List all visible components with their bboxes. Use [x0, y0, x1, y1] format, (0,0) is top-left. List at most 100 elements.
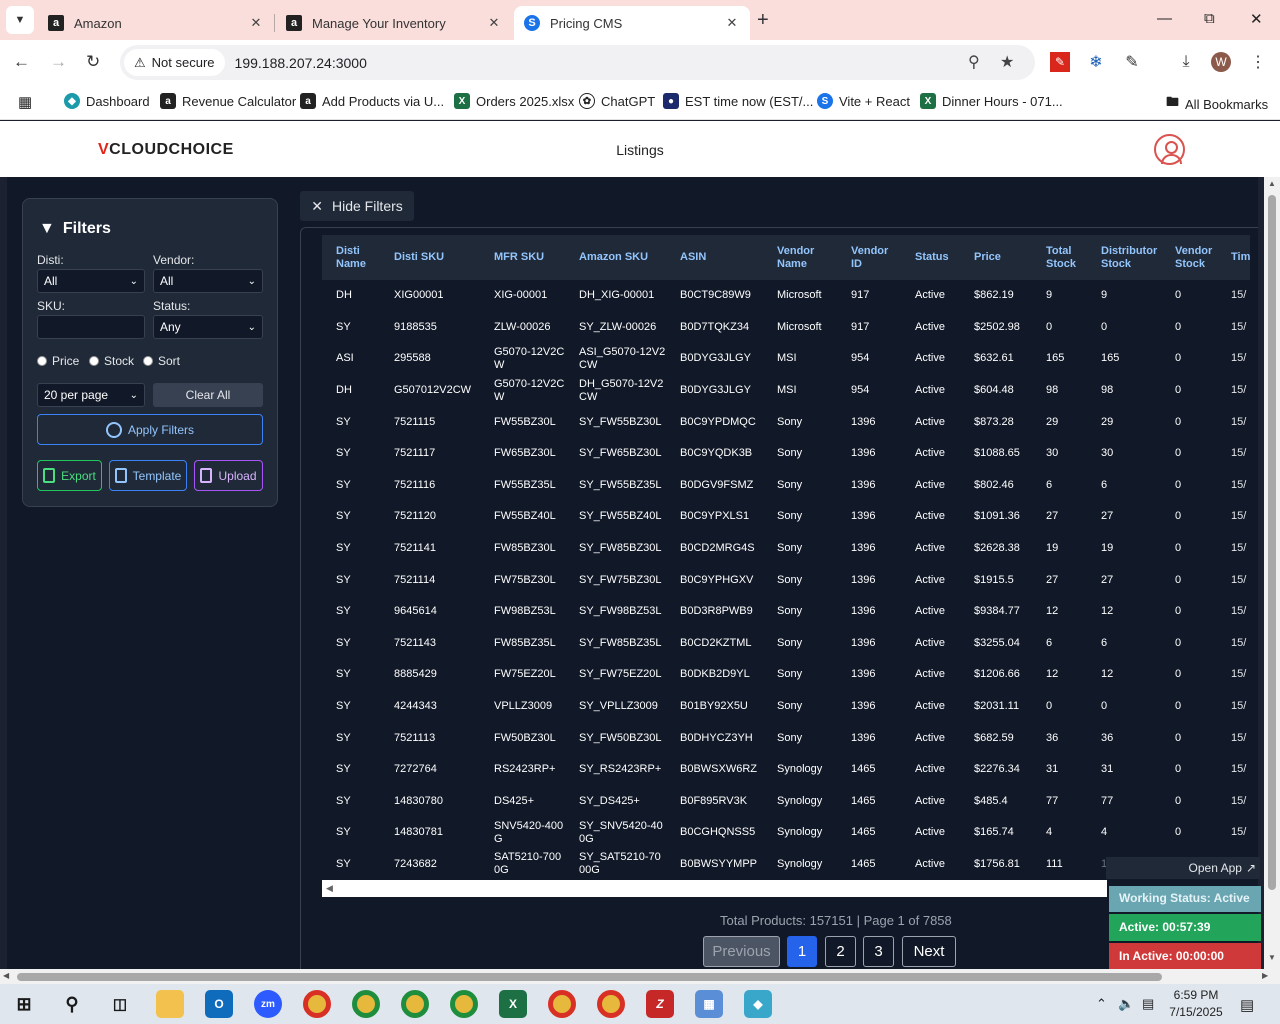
extension-icon[interactable]: ❄ — [1086, 52, 1106, 72]
cloudchoice-logo[interactable]: VCLOUDCHOICE — [98, 141, 234, 159]
extensions-puzzle-icon[interactable]: ✎ — [1122, 52, 1142, 72]
download-icon[interactable]: ⤓ — [1176, 52, 1196, 72]
chrome-profile-icon[interactable] — [597, 990, 625, 1018]
vendor-select[interactable]: All ⌄ — [153, 269, 263, 293]
page-horizontal-scrollbar[interactable]: ◀ ▶ — [0, 969, 1280, 984]
bookmark-star-icon[interactable]: ★ — [1000, 52, 1014, 72]
table-row[interactable]: SY 7272764 RS2423RP+ SY_RS2423RP+ B0BWSXW6RZ… — [322, 754, 1250, 786]
disti-select[interactable]: All ⌄ — [37, 269, 145, 293]
zoom-icon[interactable]: ⚲ — [968, 52, 980, 72]
chrome-profile-icon[interactable] — [548, 990, 576, 1018]
chrome-icon[interactable] — [303, 990, 331, 1018]
table-row[interactable]: SY 14830780 DS425+ SY_DS425+ B0F895RV3K Synol… — [322, 786, 1250, 818]
scrollbar-thumb[interactable] — [17, 973, 1162, 981]
zoom-app-icon[interactable]: zm — [254, 990, 282, 1018]
tray-chevron-icon[interactable]: ⌃ — [1096, 996, 1107, 1012]
scroll-up-icon[interactable]: ▲ — [1268, 179, 1276, 188]
calculator-icon[interactable]: ▦ — [695, 990, 723, 1018]
bookmark-add-products[interactable]: a Add Products via U... — [300, 93, 444, 109]
table-row[interactable]: SY 7521143 FW85BZ35L SY_FW85BZ35L B0CD2KZTML… — [322, 628, 1250, 660]
file-explorer-icon[interactable] — [156, 990, 184, 1018]
search-icon[interactable]: ⚲ — [58, 990, 86, 1018]
bookmark-dashboard[interactable]: ◆ Dashboard — [64, 93, 150, 109]
task-view-icon[interactable]: ◫ — [106, 990, 134, 1018]
table-row[interactable]: ASI 295588 G5070-12V2CW ASI_G5070-12V2CW B0D… — [322, 343, 1250, 375]
pdf-extension-icon[interactable]: ✎ — [1050, 52, 1070, 72]
app-icon[interactable]: ◆ — [744, 990, 772, 1018]
security-indicator[interactable]: ⚠ Not secure — [124, 49, 225, 76]
forward-arrow-icon[interactable]: → — [50, 52, 67, 72]
table-row[interactable]: SY 7521141 FW85BZ30L SY_FW85BZ30L B0CD2MRG4S… — [322, 533, 1250, 565]
tab-search-button[interactable]: ▼ — [6, 6, 34, 34]
previous-page-button[interactable]: Previous — [703, 936, 780, 967]
close-tab-icon[interactable]: ✕ — [486, 15, 502, 31]
bookmark-revenue-calculator[interactable]: a Revenue Calculator — [160, 93, 296, 109]
restore-icon[interactable]: ⧉ — [1204, 10, 1215, 27]
table-row[interactable]: SY 7521113 FW50BZ30L SY_FW50BZ30L B0DHYCZ3YH… — [322, 722, 1250, 754]
network-icon[interactable]: ▤ — [1142, 996, 1154, 1012]
page-vertical-scrollbar[interactable]: ▲ ▼ — [1264, 177, 1280, 969]
bookmark-dinner-hours[interactable]: X Dinner Hours - 071... — [920, 93, 1063, 109]
scroll-right-icon[interactable]: ▶ — [1262, 971, 1268, 980]
chrome-profile-icon[interactable] — [401, 990, 429, 1018]
bookmark-est-time[interactable]: ● EST time now (EST/... — [663, 93, 813, 109]
table-row[interactable]: SY 7521117 FW65BZ30L SY_FW65BZ30L B0C9YQDK3B… — [322, 438, 1250, 470]
status-select[interactable]: Any ⌄ — [153, 315, 263, 339]
scroll-left-icon[interactable]: ◀ — [3, 971, 9, 980]
filezilla-icon[interactable]: Z — [646, 990, 674, 1018]
excel-icon[interactable]: X — [499, 990, 527, 1018]
per-page-select[interactable]: 20 per page ⌄ — [37, 383, 145, 407]
page-2-button[interactable]: 2 — [825, 936, 856, 967]
table-row[interactable]: SY 7521115 FW55BZ30L SY_FW55BZ30L B0C9YPDMQC… — [322, 406, 1250, 438]
scroll-down-icon[interactable]: ▼ — [1268, 953, 1276, 962]
radio-stock[interactable]: Stock — [89, 354, 134, 368]
browser-menu-icon[interactable]: ⋮ — [1248, 52, 1268, 72]
close-window-icon[interactable]: ✕ — [1250, 10, 1263, 28]
sku-input[interactable] — [37, 315, 145, 339]
bookmark-vite-react[interactable]: S Vite + React — [817, 93, 910, 109]
scroll-left-icon[interactable]: ◀ — [326, 883, 333, 894]
notifications-icon[interactable]: ▤ — [1240, 996, 1254, 1014]
outlook-icon[interactable]: O — [205, 990, 233, 1018]
table-row[interactable]: SY 8885429 FW75EZ20L SY_FW75EZ20L B0DKB2D9YL… — [322, 659, 1250, 691]
new-tab-button[interactable]: + — [757, 9, 769, 32]
table-row[interactable]: DH XIG00001 XIG-00001 DH_XIG-00001 B0CT9C89W… — [322, 280, 1250, 312]
page-1-button[interactable]: 1 — [787, 936, 817, 967]
tab-pricing-cms[interactable]: S Pricing CMS ✕ — [514, 6, 750, 40]
user-account-icon[interactable] — [1154, 134, 1185, 165]
bookmark-chatgpt[interactable]: ✿ ChatGPT — [579, 93, 655, 109]
volume-muted-icon[interactable]: 🔈 — [1118, 996, 1134, 1012]
hide-filters-button[interactable]: ✕ Hide Filters — [300, 191, 414, 221]
tab-manage-inventory[interactable]: a Manage Your Inventory ✕ — [276, 6, 512, 40]
address-bar[interactable]: ⚠ Not secure 199.188.207.24:3000 ⚲ ★ — [120, 45, 1035, 80]
close-tab-icon[interactable]: ✕ — [724, 15, 740, 31]
table-row[interactable]: DH G507012V2CW G5070-12V2CW DH_G5070-12V2CW… — [322, 375, 1250, 407]
bookmark-orders[interactable]: X Orders 2025.xlsx — [454, 93, 574, 109]
upload-button[interactable]: Upload — [194, 460, 263, 491]
table-row[interactable]: SY 7521114 FW75BZ30L SY_FW75BZ30L B0C9YPHGXV… — [322, 564, 1250, 596]
close-tab-icon[interactable]: ✕ — [248, 15, 264, 31]
taskbar-clock[interactable]: 6:59 PM 7/15/2025 — [1166, 987, 1226, 1021]
tab-amazon[interactable]: a Amazon ✕ — [38, 6, 274, 40]
profile-avatar[interactable]: W — [1211, 52, 1231, 72]
reload-icon[interactable]: ↻ — [86, 52, 100, 72]
apps-grid-icon[interactable]: ▦ — [18, 93, 32, 111]
table-horizontal-scrollbar[interactable]: ◀ — [322, 880, 1107, 897]
export-button[interactable]: Export — [37, 460, 102, 491]
back-arrow-icon[interactable]: ← — [13, 52, 30, 72]
minimize-icon[interactable]: — — [1157, 10, 1172, 27]
apply-filters-button[interactable]: Apply Filters — [37, 414, 263, 445]
scrollbar-thumb[interactable] — [1268, 195, 1276, 890]
table-row[interactable]: SY 9645614 FW98BZ53L SY_FW98BZ53L B0D3R8PWB9… — [322, 596, 1250, 628]
chrome-profile-icon[interactable] — [352, 990, 380, 1018]
all-bookmarks[interactable]: 🖿 All Bookmarks — [1166, 93, 1268, 115]
page-3-button[interactable]: 3 — [863, 936, 894, 967]
clear-all-button[interactable]: Clear All — [153, 383, 263, 407]
chrome-profile-icon[interactable] — [450, 990, 478, 1018]
url-text[interactable]: 199.188.207.24:3000 — [235, 55, 367, 71]
table-row[interactable]: SY 7521120 FW55BZ40L SY_FW55BZ40L B0C9YPXLS1… — [322, 501, 1250, 533]
table-row[interactable]: SY 4244343 VPLLZ3009 SY_VPLLZ3009 B01BY92X5U… — [322, 691, 1250, 723]
radio-price[interactable]: Price — [37, 354, 79, 368]
windows-start-icon[interactable]: ⊞ — [10, 990, 38, 1018]
radio-sort[interactable]: Sort — [143, 354, 180, 368]
